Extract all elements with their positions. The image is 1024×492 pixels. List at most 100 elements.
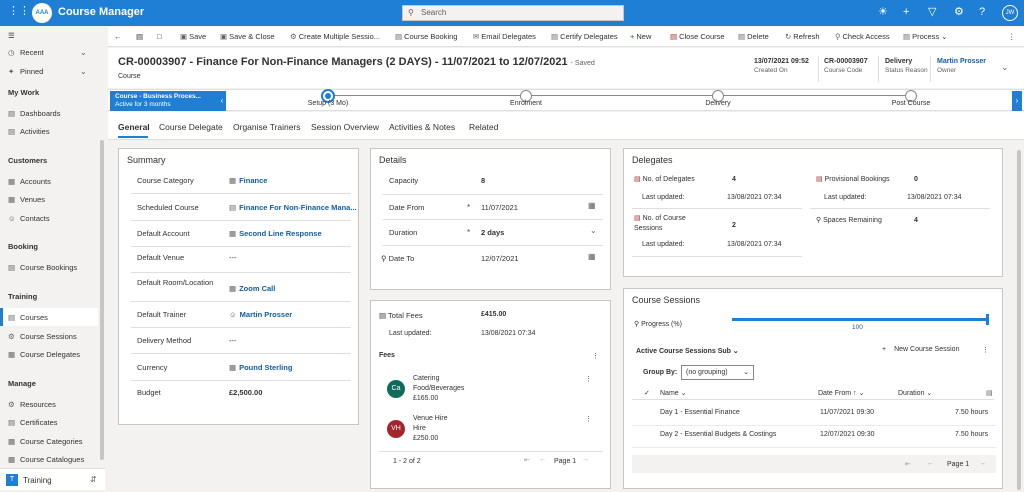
sidebar-item-course-sessions[interactable]: ⚙ Course Sessions bbox=[8, 332, 77, 341]
course-booking-button[interactable]: ▤ Course Booking bbox=[395, 32, 457, 41]
certify-delegates-button[interactable]: ▤ Certify Delegates bbox=[551, 32, 618, 41]
tab-session-overview[interactable]: Session Overview bbox=[311, 122, 379, 132]
fee-item-text[interactable]: Catering bbox=[413, 375, 439, 382]
duration-value[interactable]: 2 days bbox=[481, 228, 504, 237]
refresh-button[interactable]: ↻ Refresh bbox=[785, 32, 820, 41]
bpf-stage-label[interactable]: Post Course bbox=[892, 100, 931, 107]
sidebar-item-resources[interactable]: ⚙ Resources bbox=[8, 400, 56, 409]
close-course-button[interactable]: ▤ Close Course bbox=[670, 32, 725, 41]
next-page-icon[interactable]: → bbox=[979, 460, 986, 467]
summary-field-value[interactable]: ▤ Finance For Non-Finance Mana... bbox=[229, 203, 357, 212]
delete-button[interactable]: ▤ Delete bbox=[738, 32, 769, 41]
fee-item-text[interactable]: £165.00 bbox=[413, 395, 438, 402]
sidebar-item-contacts[interactable]: ☺ Contacts bbox=[8, 214, 50, 223]
summary-field-value[interactable]: ▦ Zoom Call bbox=[229, 284, 275, 293]
prev-page-icon[interactable]: ← bbox=[927, 460, 934, 467]
create-multiple-sessions-button[interactable]: ⚙ Create Multiple Sessio... bbox=[290, 32, 380, 41]
email-delegates-button[interactable]: ✉ Email Delegates bbox=[473, 32, 536, 41]
groupby-select[interactable]: (no grouping) ⌄ bbox=[681, 365, 754, 380]
gear-icon[interactable]: ⚙ bbox=[954, 6, 964, 18]
bpf-stage-label[interactable]: Setup (3 Mo) bbox=[308, 100, 348, 107]
first-page-icon[interactable]: ⇤ bbox=[905, 460, 911, 468]
summary-field-value[interactable]: --- bbox=[229, 253, 237, 262]
progress-handle[interactable] bbox=[986, 314, 989, 325]
more-icon[interactable]: ⋮ bbox=[585, 375, 592, 383]
sidebar-item-dashboards[interactable]: ▤ Dashboards bbox=[8, 109, 60, 118]
subgrid-view-selector[interactable]: Active Course Sessions Sub ⌄ bbox=[636, 347, 739, 355]
sidebar-item-courses[interactable]: ▤ Courses bbox=[8, 313, 48, 322]
date-from-value[interactable]: 11/07/2021 bbox=[481, 203, 518, 212]
sidebar-item-activities[interactable]: ▤ Activities bbox=[8, 127, 50, 136]
fee-item-text[interactable]: Hire bbox=[413, 425, 426, 432]
chevron-down-icon[interactable]: ⌄ bbox=[80, 48, 87, 57]
summary-field-value[interactable]: --- bbox=[229, 336, 237, 345]
bpf-stage-label[interactable]: Delivery bbox=[705, 100, 730, 107]
app-name[interactable]: Course Manager bbox=[58, 6, 144, 18]
session-name[interactable]: Day 2 - Essential Budgets & Costings bbox=[660, 431, 776, 438]
sidebar-item-course-delegates[interactable]: ▦ Course Delegates bbox=[8, 350, 80, 359]
save-button[interactable]: ▣ Save bbox=[180, 32, 206, 41]
sidebar-item-course-categories[interactable]: ▦ Course Categories bbox=[8, 437, 83, 446]
tab-course-delegate[interactable]: Course Delegate bbox=[159, 122, 223, 132]
col-duration[interactable]: Duration ⌄ bbox=[898, 389, 932, 397]
grid-options-icon[interactable]: ▤ bbox=[986, 389, 993, 397]
fee-item-text[interactable]: £250.00 bbox=[413, 435, 438, 442]
summary-field-value[interactable]: £2,500.00 bbox=[229, 388, 262, 397]
form-icon[interactable]: ▤ bbox=[136, 32, 143, 41]
sidebar-item-pinned[interactable]: ✦ Pinned bbox=[8, 67, 43, 76]
filter-icon[interactable]: ▽ bbox=[928, 6, 936, 18]
check-access-button[interactable]: ⚲ Check Access bbox=[835, 32, 890, 41]
tab-organise-trainers[interactable]: Organise Trainers bbox=[233, 122, 301, 132]
chevron-down-icon[interactable]: ⌄ bbox=[80, 67, 87, 76]
sidebar-item-course-catalogues[interactable]: ▦ Course Catalogues bbox=[8, 455, 84, 464]
chevron-down-icon[interactable]: ⌄ bbox=[1001, 62, 1009, 73]
help-icon[interactable]: ? bbox=[979, 6, 985, 18]
fee-item-text[interactable]: Venue Hire bbox=[413, 415, 448, 422]
sidebar-scrollbar[interactable] bbox=[100, 140, 104, 460]
tab-related[interactable]: Related bbox=[469, 122, 498, 132]
chevron-down-icon[interactable]: ⌄ bbox=[590, 226, 597, 235]
hamburger-icon[interactable]: ☰ bbox=[8, 31, 15, 40]
fee-item-text[interactable]: Food/Beverages bbox=[413, 385, 464, 392]
area-switcher[interactable]: T Training ⇵ bbox=[0, 468, 105, 490]
search-input[interactable]: ⚲ Search bbox=[402, 5, 624, 21]
more-icon[interactable]: ⋮ bbox=[585, 415, 592, 423]
next-page-icon[interactable]: → bbox=[582, 456, 589, 463]
sidebar-item-accounts[interactable]: ▦ Accounts bbox=[8, 177, 51, 186]
save-close-button[interactable]: ▣ Save & Close bbox=[220, 32, 275, 41]
select-all-icon[interactable]: ✓ bbox=[644, 389, 650, 397]
first-page-icon[interactable]: ⇤ bbox=[524, 456, 530, 464]
new-button[interactable]: + New bbox=[630, 32, 651, 41]
avatar[interactable]: JW bbox=[1002, 5, 1018, 21]
plus-icon[interactable]: + bbox=[903, 6, 909, 18]
sidebar-item-venues[interactable]: ▦ Venues bbox=[8, 195, 45, 204]
session-name[interactable]: Day 1 - Essential Finance bbox=[660, 409, 740, 416]
divider bbox=[810, 208, 990, 209]
more-icon[interactable]: ⋮ bbox=[592, 352, 599, 360]
more-icon[interactable]: ⋮ bbox=[982, 346, 989, 354]
summary-field-value[interactable]: ☺ Martin Prosser bbox=[229, 310, 292, 319]
prev-page-icon[interactable]: ← bbox=[539, 456, 546, 463]
back-icon[interactable]: ← bbox=[114, 32, 122, 41]
col-name[interactable]: Name ⌄ bbox=[660, 389, 687, 397]
sidebar-item-recent[interactable]: ◷ Recent bbox=[8, 48, 44, 57]
popout-icon[interactable]: □ bbox=[157, 32, 162, 41]
capacity-value[interactable]: 8 bbox=[481, 176, 485, 185]
calendar-icon[interactable]: ▦ bbox=[588, 201, 596, 210]
summary-field-value[interactable]: ▦ Finance bbox=[229, 176, 267, 185]
lightbulb-icon[interactable]: ☀ bbox=[878, 6, 888, 18]
waffle-icon[interactable]: ⋮⋮ bbox=[8, 5, 30, 17]
bpf-stage-label[interactable]: Enrolment bbox=[510, 100, 542, 107]
chevron-right-icon[interactable]: › bbox=[1012, 91, 1022, 111]
tab-general[interactable]: General bbox=[118, 122, 150, 132]
summary-field-value[interactable]: ▦ Pound Sterling bbox=[229, 363, 292, 372]
process-button[interactable]: ▤ Process ⌄ bbox=[903, 32, 948, 41]
col-date-from[interactable]: Date From ↑ ⌄ bbox=[818, 389, 864, 397]
summary-field-value[interactable]: ▦ Second Line Response bbox=[229, 229, 322, 238]
tab-activities-notes[interactable]: Activities & Notes bbox=[389, 122, 455, 132]
sidebar-item-course-bookings[interactable]: ▤ Course Bookings bbox=[8, 263, 77, 272]
sidebar-item-certificates[interactable]: ▤ Certificates bbox=[8, 418, 58, 427]
new-course-session-button[interactable]: + New Course Session bbox=[882, 346, 959, 353]
more-icon[interactable]: ⋮ bbox=[1008, 32, 1016, 41]
main-scrollbar[interactable] bbox=[1017, 150, 1021, 490]
